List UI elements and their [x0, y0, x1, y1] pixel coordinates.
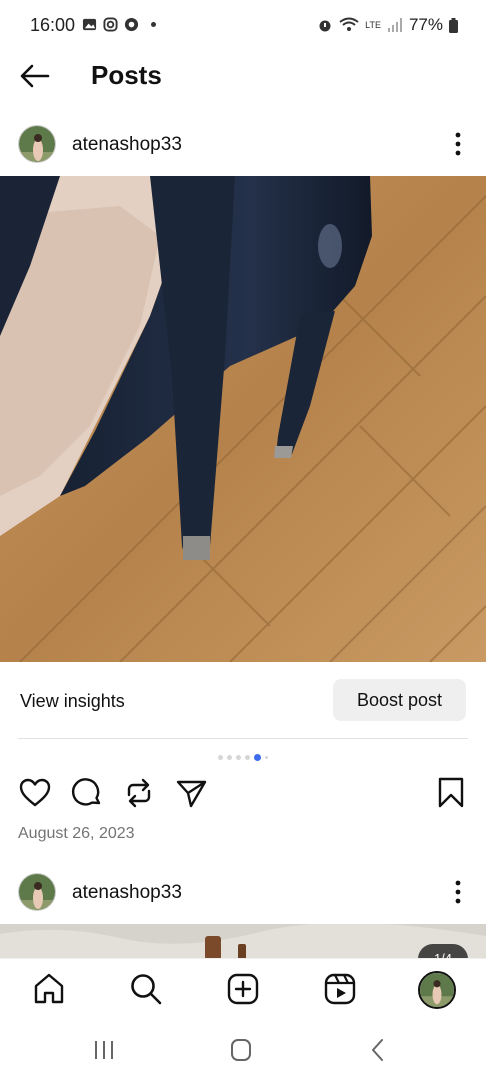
- back-nav-icon[interactable]: [366, 1038, 392, 1062]
- carousel-dot: [265, 756, 268, 759]
- post-username[interactable]: atenashop33: [72, 134, 182, 156]
- signal-icon: [387, 18, 402, 32]
- instagram-icon: [103, 17, 118, 32]
- avatar[interactable]: [18, 873, 56, 911]
- alarm-icon: [319, 20, 331, 32]
- carousel-dot-active: [254, 754, 261, 761]
- insights-row: View insights Boost post: [0, 672, 486, 732]
- plus-square-icon[interactable]: [225, 971, 261, 1007]
- wifi-icon: [339, 17, 359, 31]
- carousel-dot: [218, 755, 223, 760]
- post-header: atenashop33: [0, 120, 486, 170]
- post-actions: [0, 776, 486, 812]
- bookmark-icon[interactable]: [434, 776, 468, 810]
- page-title: Posts: [91, 60, 162, 90]
- post-photo-image: [0, 924, 486, 960]
- app-header: Posts: [0, 52, 486, 100]
- divider: [18, 738, 468, 739]
- comment-icon[interactable]: [70, 776, 104, 810]
- notification-icons: [82, 17, 156, 32]
- post-username[interactable]: atenashop33: [72, 882, 182, 904]
- carousel-dot: [227, 755, 232, 760]
- boost-post-button[interactable]: Boost post: [333, 679, 466, 721]
- carousel-dot: [245, 755, 250, 760]
- home-button-icon[interactable]: [228, 1038, 254, 1062]
- post-date: August 26, 2023: [18, 825, 135, 842]
- status-bar: 16:00 LTE 77%: [0, 0, 486, 52]
- recent-apps-icon[interactable]: [92, 1038, 118, 1062]
- status-right: LTE 77%: [317, 15, 458, 35]
- post-photo[interactable]: [0, 176, 486, 662]
- system-nav-bar: [0, 1020, 486, 1080]
- battery-icon: [449, 17, 458, 33]
- more-notifications-dot: [151, 22, 156, 27]
- battery-percentage: 77%: [408, 15, 443, 34]
- more-vertical-icon[interactable]: [450, 878, 466, 906]
- heart-icon[interactable]: [18, 776, 52, 810]
- post-header: atenashop33: [0, 868, 486, 918]
- gallery-icon: [82, 18, 97, 31]
- carousel-indicator: [218, 754, 268, 761]
- post-photo[interactable]: 1/4: [0, 924, 486, 960]
- reels-icon[interactable]: [322, 971, 358, 1007]
- more-vertical-icon[interactable]: [450, 130, 466, 158]
- avatar[interactable]: [18, 125, 56, 163]
- chrome-icon: [124, 17, 139, 32]
- home-icon[interactable]: [31, 971, 67, 1007]
- carousel-dot: [236, 755, 241, 760]
- bottom-nav: [0, 958, 486, 1020]
- network-type: LTE: [365, 19, 381, 30]
- profile-avatar-tab[interactable]: [418, 971, 456, 1009]
- arrow-left-icon[interactable]: [18, 62, 52, 90]
- status-time: 16:00: [30, 15, 76, 35]
- shoe-photo-image: [0, 176, 486, 662]
- send-icon[interactable]: [175, 776, 209, 810]
- repost-icon[interactable]: [122, 776, 156, 810]
- view-insights-link[interactable]: View insights: [20, 691, 125, 712]
- search-icon[interactable]: [128, 971, 164, 1007]
